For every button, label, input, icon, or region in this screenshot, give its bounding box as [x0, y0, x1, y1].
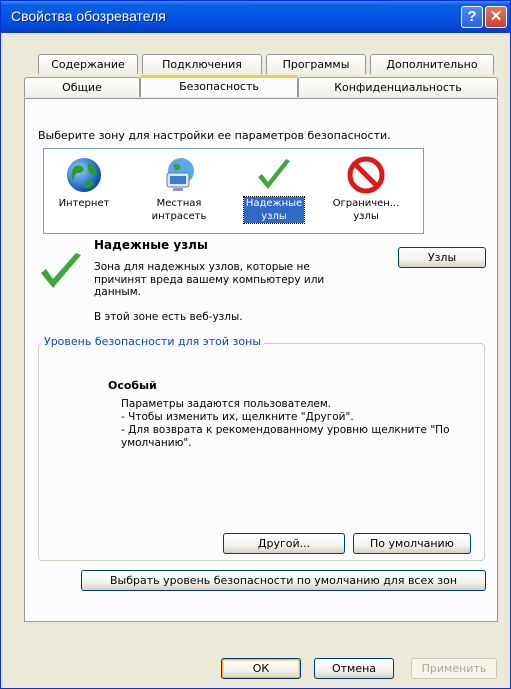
checkmark-icon	[258, 159, 290, 189]
globe-icon	[67, 158, 101, 192]
selected-zone-title: Надежные узлы	[94, 238, 208, 252]
custom-level-button[interactable]: Другой...	[223, 533, 345, 554]
level-line: Параметры задаются пользователем.	[121, 398, 332, 410]
zone-local-intranet[interactable]: Местная интрасеть	[139, 149, 219, 235]
zone-prompt: Выберите зону для настройки ее параметро…	[38, 129, 391, 142]
level-line: - Для возврата к рекомендованному уровню…	[121, 424, 450, 449]
close-icon: ✕	[489, 8, 503, 25]
level-line: - Чтобы изменить их, щелкните "Другой".	[121, 411, 354, 423]
close-button[interactable]: ✕	[485, 6, 507, 28]
security-level-description: Параметры задаются пользователем. - Чтоб…	[121, 398, 481, 450]
reset-all-zones-button[interactable]: Выбрать уровень безопасности по умолчани…	[81, 570, 486, 591]
apply-button[interactable]: Применить	[411, 658, 497, 679]
zone-restricted-sites[interactable]: Ограничен... узлы	[326, 149, 406, 235]
cancel-button[interactable]: Отмена	[314, 658, 394, 679]
help-button[interactable]: ?	[461, 6, 483, 28]
zone-local-intranet-label: Местная интрасеть	[151, 198, 207, 222]
security-level-group	[38, 343, 485, 561]
tab-advanced[interactable]: Дополнительно	[370, 54, 494, 74]
zone-internet-label: Интернет	[58, 198, 110, 209]
default-level-button[interactable]: По умолчанию	[353, 533, 471, 554]
tab-general[interactable]: Общие	[24, 77, 140, 97]
intranet-icon	[166, 158, 194, 191]
tab-connections[interactable]: Подключения	[142, 54, 262, 74]
restricted-icon	[347, 156, 385, 194]
security-level-name: Особый	[108, 379, 157, 392]
zone-restricted-sites-label: Ограничен... узлы	[332, 198, 400, 222]
internet-options-window: Свойства обозревателя ? ✕ Содержание Под…	[0, 0, 511, 689]
trusted-zone-checkmark-icon	[41, 253, 81, 288]
tab-content[interactable]: Содержание	[38, 54, 138, 74]
tab-privacy[interactable]: Конфиденциальность	[298, 77, 498, 97]
tab-programs[interactable]: Программы	[266, 54, 366, 74]
selected-zone-description: Зона для надежных узлов, которые не прич…	[94, 261, 325, 298]
zone-list[interactable]: Интернет Местная интрасеть Надежные узлы	[43, 148, 424, 234]
zone-trusted-sites-label: Надежные узлы	[243, 196, 305, 224]
window-title: Свойства обозревателя	[11, 8, 166, 24]
selected-zone-sites-note: В этой зоне есть веб-узлы.	[94, 311, 243, 323]
security-level-legend: Уровень безопасности для этой зоны	[41, 335, 264, 348]
zone-internet[interactable]: Интернет	[44, 149, 124, 235]
ok-button[interactable]: ОК	[221, 658, 301, 679]
help-icon: ?	[467, 8, 477, 25]
tab-security[interactable]: Безопасность	[140, 75, 298, 97]
zone-trusted-sites[interactable]: Надежные узлы	[234, 149, 314, 235]
sites-button[interactable]: Узлы	[398, 247, 486, 268]
title-bar[interactable]: Свойства обозревателя ? ✕	[1, 1, 510, 33]
